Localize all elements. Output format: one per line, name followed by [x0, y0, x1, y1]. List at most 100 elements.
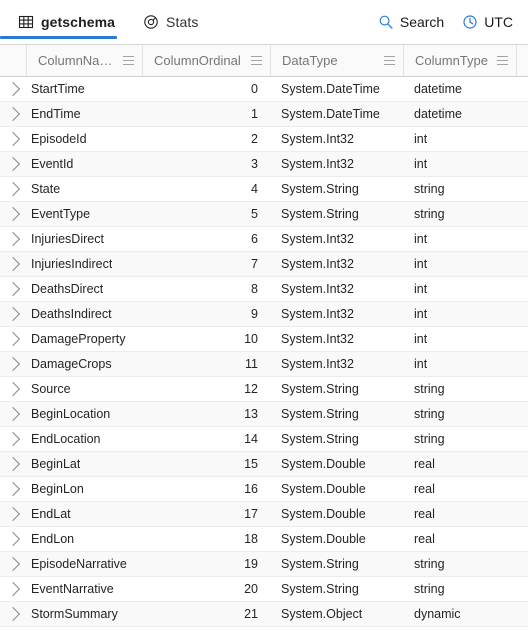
cell-text: string	[414, 557, 445, 571]
cell-filler	[516, 127, 528, 151]
column-header-columntype[interactable]: ColumnType	[403, 45, 516, 76]
row-expand-toggle[interactable]	[0, 227, 26, 251]
cell-text: EventNarrative	[31, 582, 114, 596]
row-expand-toggle[interactable]	[0, 302, 26, 326]
column-menu-icon[interactable]	[378, 53, 395, 68]
cell-text: int	[414, 282, 428, 296]
row-expand-toggle[interactable]	[0, 427, 26, 451]
table-row[interactable]: DamageCrops 11 System.Int32 int	[0, 352, 528, 377]
row-expand-toggle[interactable]	[0, 602, 26, 626]
cell-text: int	[414, 332, 428, 346]
table-row[interactable]: EventType 5 System.String string	[0, 202, 528, 227]
chevron-right-icon	[5, 606, 21, 622]
cell-text: System.String	[281, 407, 359, 421]
cell-datatype: System.String	[270, 427, 403, 451]
table-row[interactable]: EpisodeId 2 System.Int32 int	[0, 127, 528, 152]
cell-filler	[516, 552, 528, 576]
cell-columnname: EventType	[26, 202, 142, 226]
cell-text: int	[414, 232, 428, 246]
column-header-columnordinal[interactable]: ColumnOrdinal	[142, 45, 270, 76]
cell-text: BeginLocation	[31, 407, 111, 421]
cell-columnname: StormSummary	[26, 602, 142, 626]
table-row[interactable]: EndLocation 14 System.String string	[0, 427, 528, 452]
row-expand-toggle[interactable]	[0, 352, 26, 376]
table-row[interactable]: DeathsIndirect 9 System.Int32 int	[0, 302, 528, 327]
cell-columnname: EventId	[26, 152, 142, 176]
cell-columnordinal: 16	[142, 477, 270, 501]
column-menu-icon[interactable]	[245, 53, 262, 68]
row-expand-toggle[interactable]	[0, 377, 26, 401]
timezone-button[interactable]: UTC	[455, 10, 520, 34]
row-expand-toggle[interactable]	[0, 527, 26, 551]
row-expand-toggle[interactable]	[0, 327, 26, 351]
cell-filler	[516, 327, 528, 351]
row-expand-toggle[interactable]	[0, 552, 26, 576]
column-menu-icon[interactable]	[117, 53, 134, 68]
row-expand-toggle[interactable]	[0, 452, 26, 476]
cell-filler	[516, 427, 528, 451]
table-row[interactable]: InjuriesDirect 6 System.Int32 int	[0, 227, 528, 252]
search-button[interactable]: Search	[371, 10, 451, 34]
cell-text: System.String	[281, 382, 359, 396]
table-row[interactable]: StormSummary 21 System.Object dynamic	[0, 602, 528, 627]
row-expand-toggle[interactable]	[0, 577, 26, 601]
cell-datatype: System.Double	[270, 452, 403, 476]
cell-text: DeathsDirect	[31, 282, 104, 296]
table-row[interactable]: BeginLocation 13 System.String string	[0, 402, 528, 427]
column-header-columnname[interactable]: ColumnName	[26, 45, 142, 76]
cell-datatype: System.String	[270, 377, 403, 401]
cell-text: EndLocation	[31, 432, 101, 446]
tab-getschema[interactable]: getschema	[0, 0, 129, 44]
chevron-right-icon	[5, 506, 21, 522]
cell-text: 0	[251, 82, 258, 96]
column-header-datatype[interactable]: DataType	[270, 45, 403, 76]
chevron-right-icon	[5, 356, 21, 372]
table-row[interactable]: Source 12 System.String string	[0, 377, 528, 402]
row-expand-toggle[interactable]	[0, 252, 26, 276]
row-expand-toggle[interactable]	[0, 77, 26, 101]
row-expand-toggle[interactable]	[0, 202, 26, 226]
cell-text: InjuriesDirect	[31, 232, 104, 246]
table-row[interactable]: DeathsDirect 8 System.Int32 int	[0, 277, 528, 302]
cell-text: System.Int32	[281, 307, 354, 321]
cell-text: 12	[244, 382, 258, 396]
column-menu-icon[interactable]	[491, 53, 508, 68]
cell-text: datetime	[414, 107, 462, 121]
cell-text: System.Double	[281, 532, 366, 546]
table-row[interactable]: EventId 3 System.Int32 int	[0, 152, 528, 177]
cell-columnname: EndLocation	[26, 427, 142, 451]
row-expand-toggle[interactable]	[0, 277, 26, 301]
table-row[interactable]: State 4 System.String string	[0, 177, 528, 202]
cell-columnname: InjuriesDirect	[26, 227, 142, 251]
timezone-button-label: UTC	[484, 14, 513, 30]
table-row[interactable]: EndLon 18 System.Double real	[0, 527, 528, 552]
cell-text: System.Int32	[281, 132, 354, 146]
row-expand-toggle[interactable]	[0, 402, 26, 426]
table-row[interactable]: BeginLon 16 System.Double real	[0, 477, 528, 502]
chevron-right-icon	[5, 256, 21, 272]
table-row[interactable]: EndTime 1 System.DateTime datetime	[0, 102, 528, 127]
cell-text: System.Int32	[281, 232, 354, 246]
cell-text: 5	[251, 207, 258, 221]
row-expand-toggle[interactable]	[0, 127, 26, 151]
row-expand-toggle[interactable]	[0, 102, 26, 126]
row-expand-toggle[interactable]	[0, 502, 26, 526]
tab-stats[interactable]: Stats	[129, 0, 212, 44]
cell-filler	[516, 477, 528, 501]
table-row[interactable]: InjuriesIndirect 7 System.Int32 int	[0, 252, 528, 277]
cell-datatype: System.Int32	[270, 352, 403, 376]
cell-text: int	[414, 132, 428, 146]
table-row[interactable]: EventNarrative 20 System.String string	[0, 577, 528, 602]
table-row[interactable]: StartTime 0 System.DateTime datetime	[0, 77, 528, 102]
row-expand-toggle[interactable]	[0, 152, 26, 176]
table-row[interactable]: DamageProperty 10 System.Int32 int	[0, 327, 528, 352]
table-row[interactable]: EndLat 17 System.Double real	[0, 502, 528, 527]
row-expand-toggle[interactable]	[0, 477, 26, 501]
cell-text: 15	[244, 457, 258, 471]
cell-text: BeginLon	[31, 482, 84, 496]
table-row[interactable]: BeginLat 15 System.Double real	[0, 452, 528, 477]
cell-columnordinal: 9	[142, 302, 270, 326]
table-row[interactable]: EpisodeNarrative 19 System.String string	[0, 552, 528, 577]
row-expand-toggle[interactable]	[0, 177, 26, 201]
cell-columnordinal: 15	[142, 452, 270, 476]
